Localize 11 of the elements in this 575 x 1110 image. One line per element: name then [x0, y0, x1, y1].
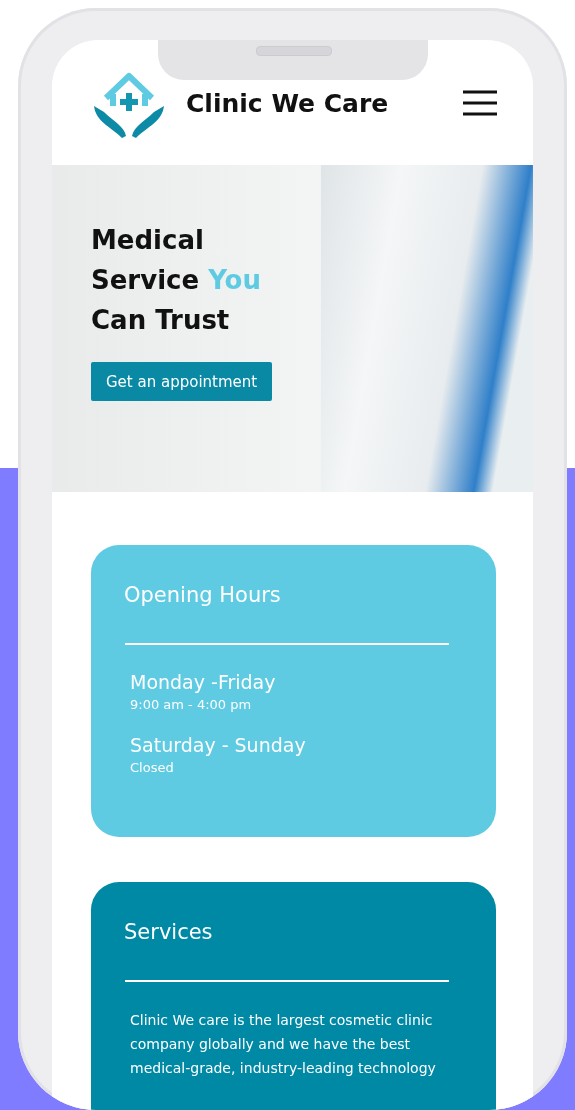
card-title: Services — [124, 920, 214, 944]
site-title: Clinic We Care — [186, 88, 390, 118]
hours-text: 9:00 am - 4:00 pm — [130, 697, 253, 712]
days-label: Saturday - Sunday — [130, 734, 307, 756]
card-title: Opening Hours — [124, 583, 282, 607]
menu-icon[interactable] — [463, 89, 497, 116]
hours-text: Closed — [130, 760, 175, 775]
hero-heading: Medical Service You Can Trust — [91, 224, 262, 337]
services-description: Clinic We care is the largest cosmetic clinic company globally and we have the best medical-grade, industry-leading technology — [129, 1011, 437, 1078]
days-label: Monday -Friday — [130, 671, 277, 693]
appointment-button[interactable]: Get an appointment — [91, 362, 273, 401]
